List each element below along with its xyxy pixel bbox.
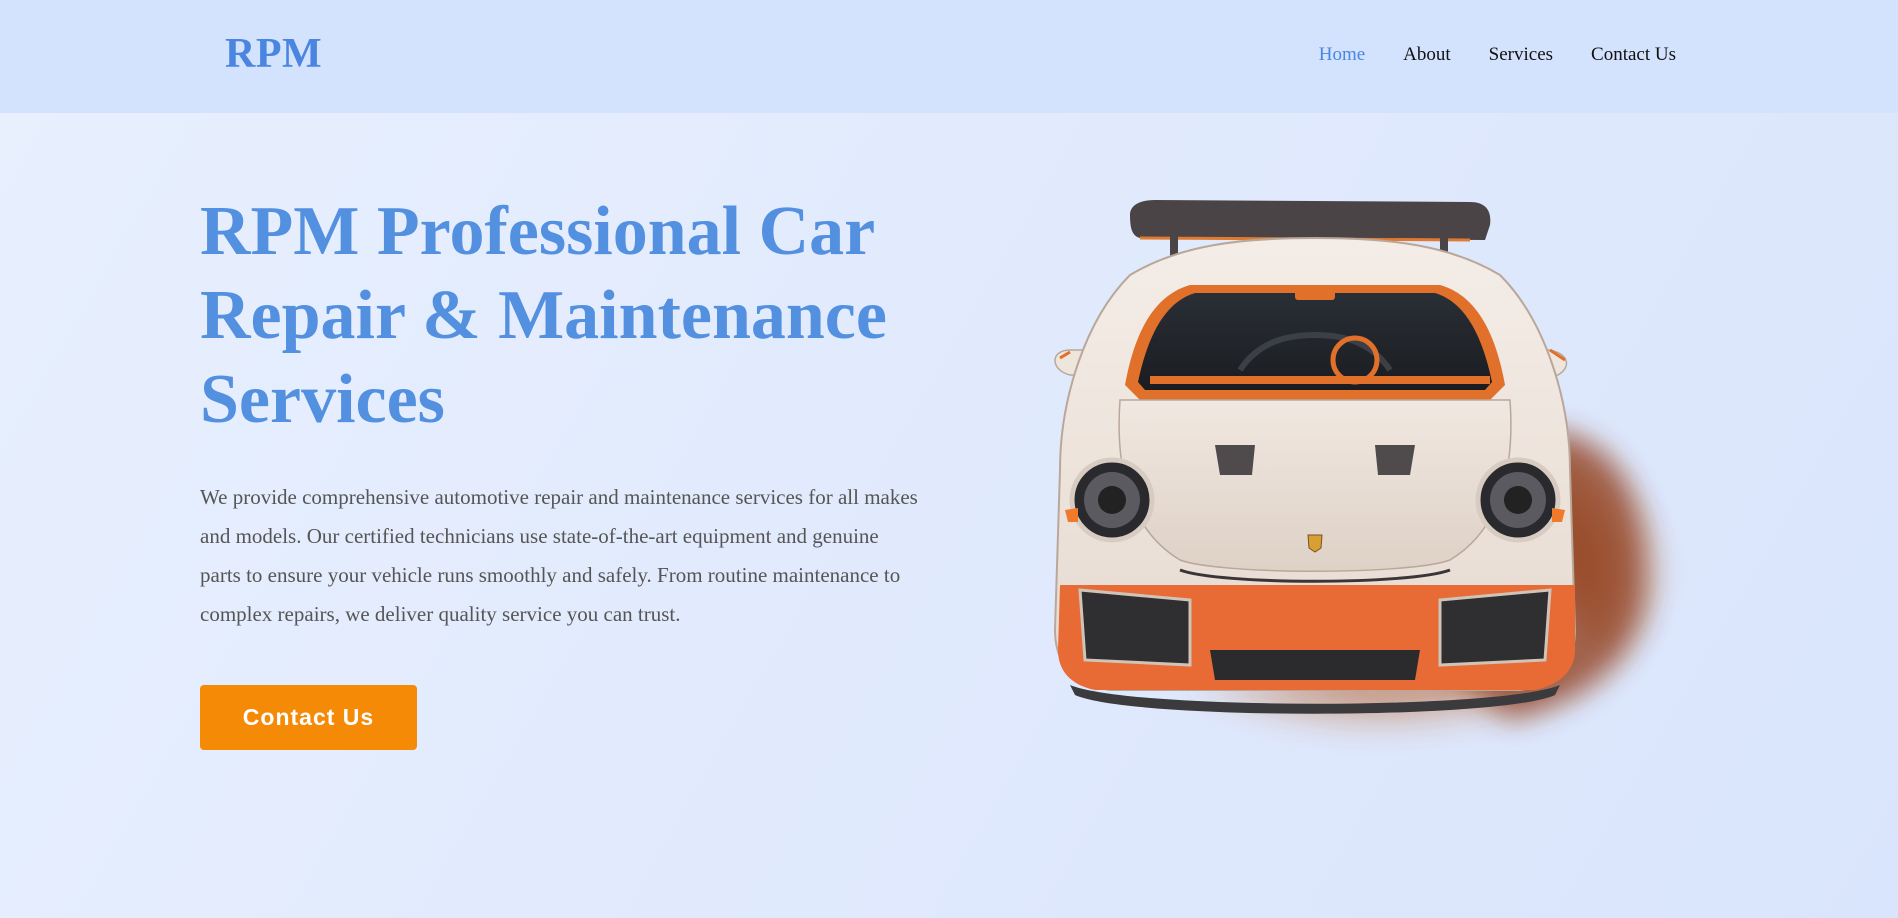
nav-link-services[interactable]: Services	[1489, 44, 1553, 66]
hero-description: We provide comprehensive automotive repa…	[200, 485, 918, 626]
logo[interactable]: RPM	[225, 30, 322, 78]
nav-link-about[interactable]: About	[1403, 44, 1451, 66]
hero-title: RPM Professional Car Repair & Maintenanc…	[200, 193, 887, 438]
contact-us-button[interactable]: Contact Us	[200, 685, 417, 750]
sports-car-image	[1053, 200, 1674, 739]
nav-link-contact[interactable]: Contact Us	[1591, 44, 1676, 66]
site-header: RPM Home About Services Contact Us	[0, 0, 1898, 113]
main-nav: Home About Services Contact Us	[1319, 44, 1676, 66]
nav-link-home[interactable]: Home	[1319, 44, 1365, 66]
